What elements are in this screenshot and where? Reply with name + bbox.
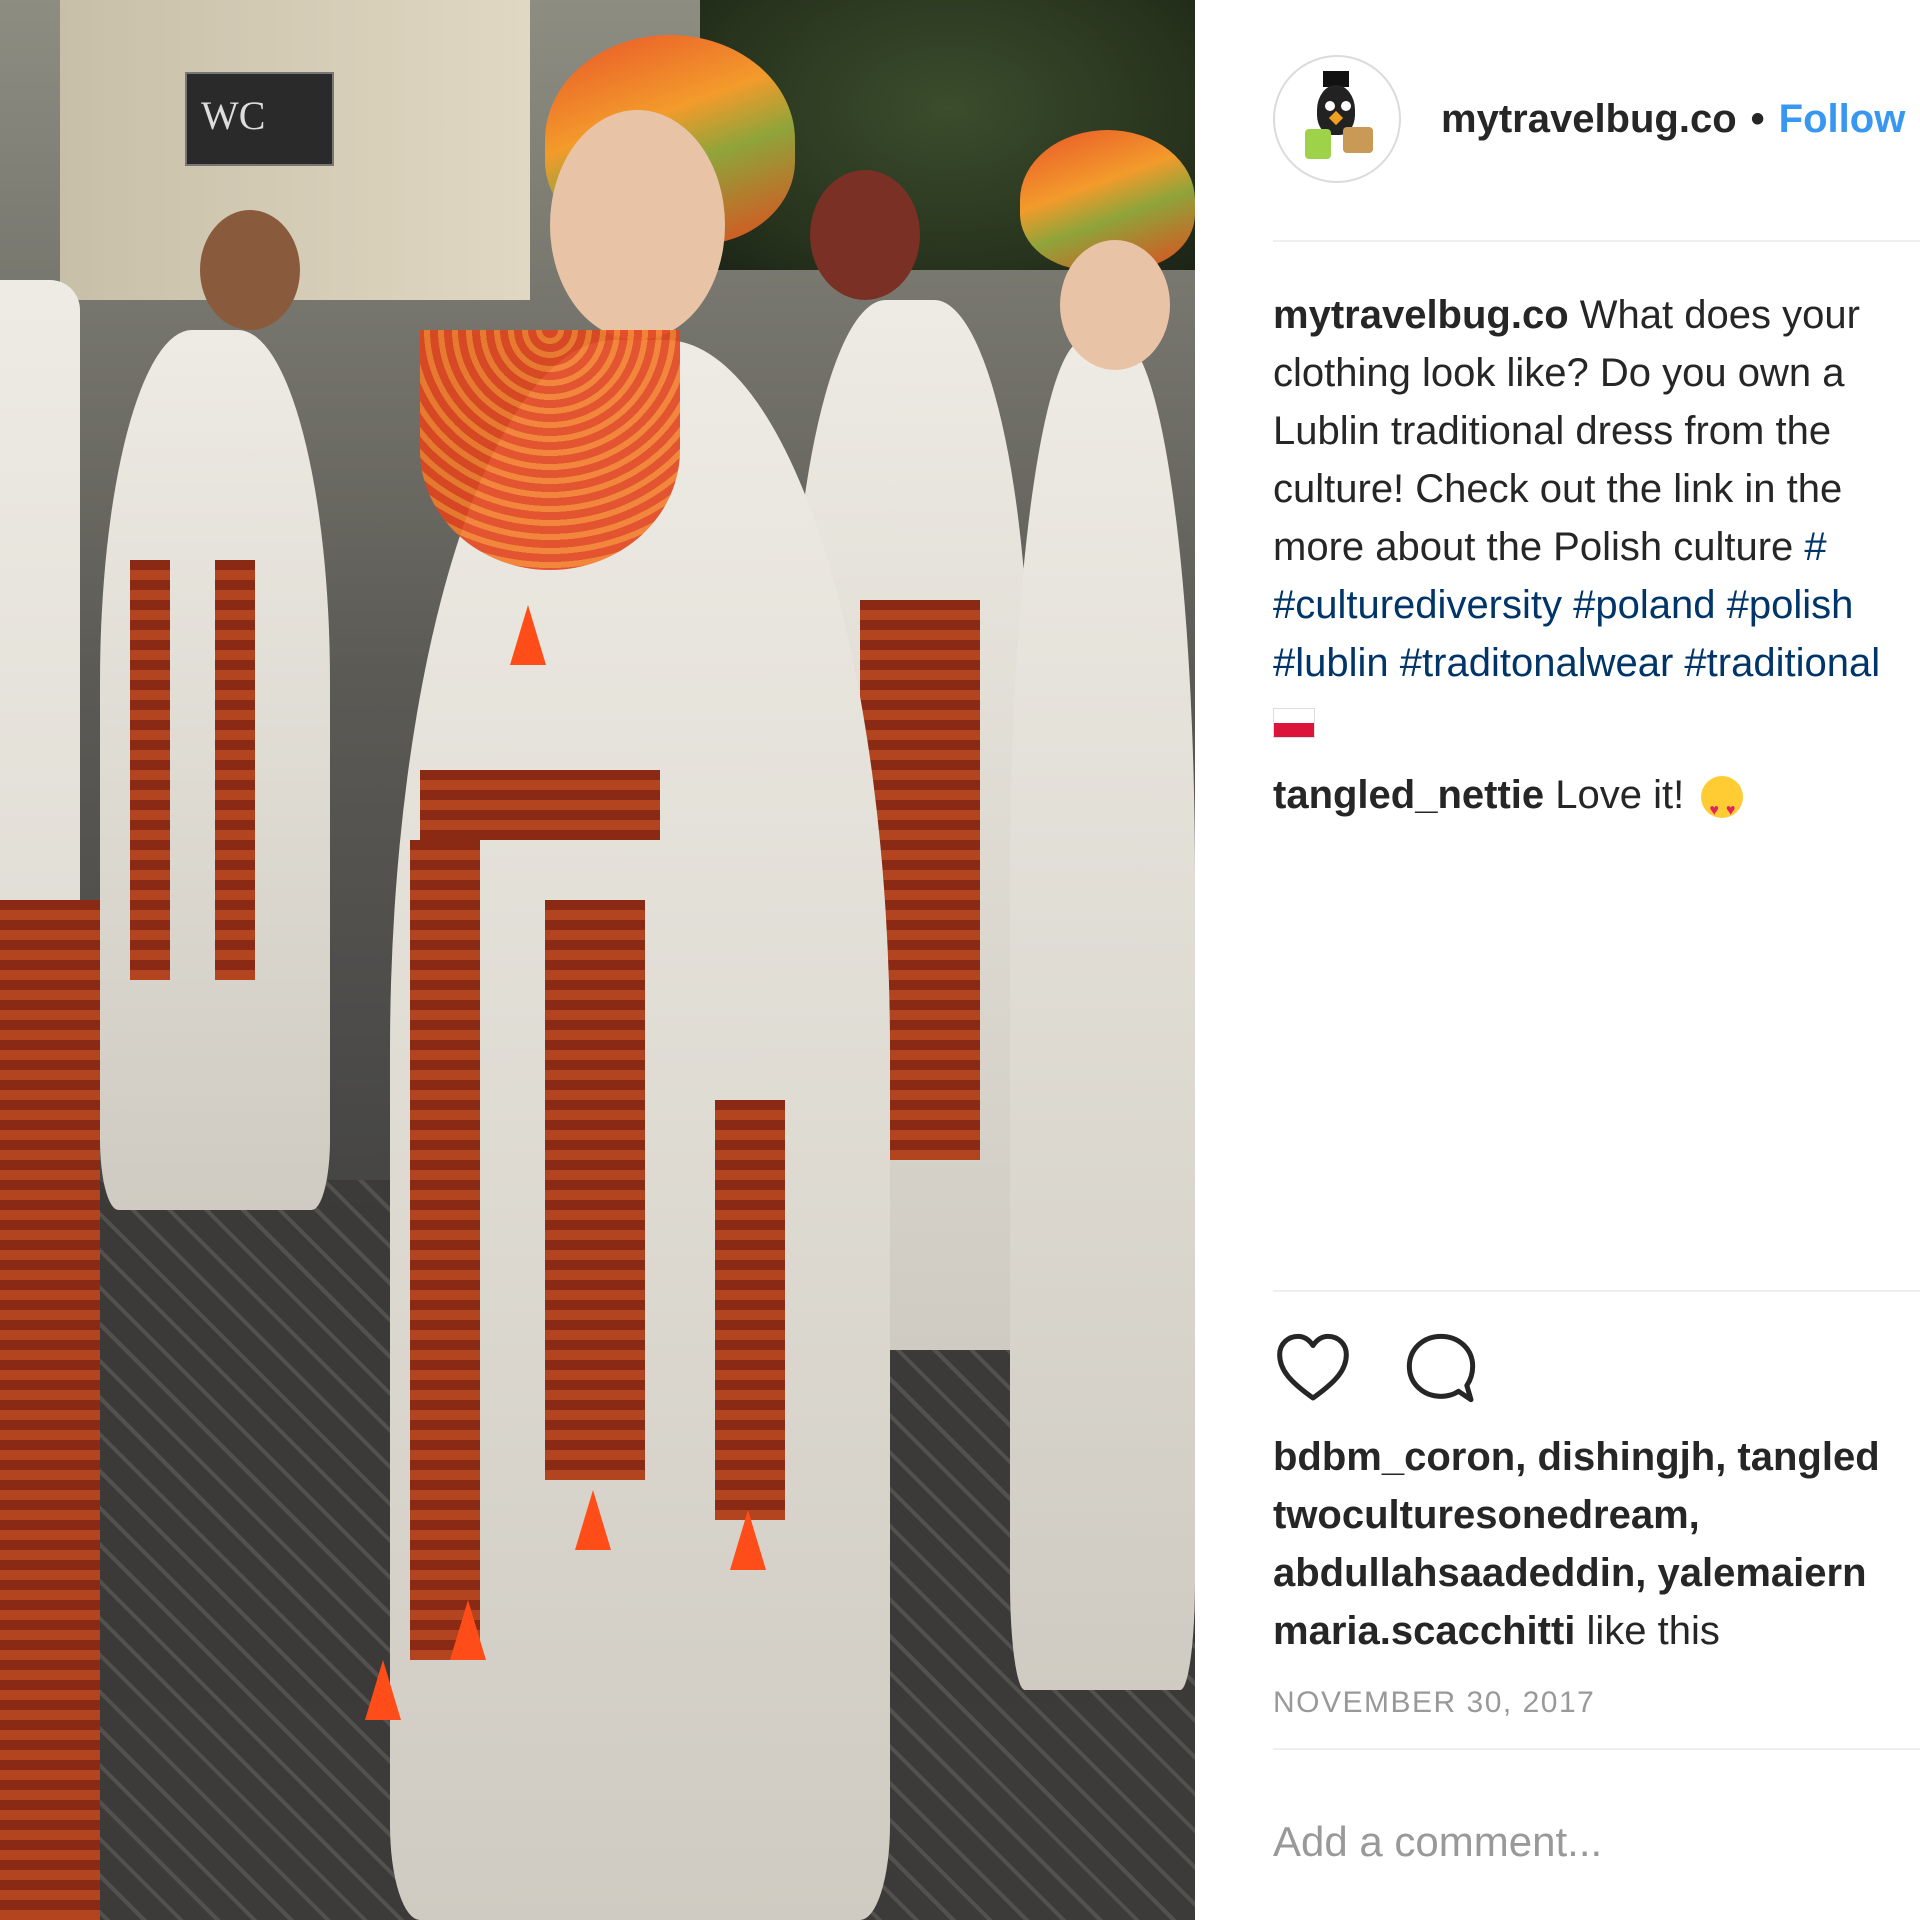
hashtag-link[interactable]: #poland [1573,583,1715,627]
header-separator: • [1750,96,1765,141]
avatar-eye-right [1339,99,1353,113]
dancer-far-left-skirt [0,900,100,1920]
liker-names[interactable]: abdullahsaadeddin, yalemaiern [1273,1551,1867,1595]
comment-input-divider [1273,1748,1920,1750]
liker-names[interactable]: twoculturesonedream, [1273,1493,1700,1537]
caption-line-3: Lublin traditional dress from the [1273,409,1832,453]
likes-suffix: like this [1575,1609,1720,1653]
comment-text: Love it! [1555,773,1685,817]
post-details-panel: mytravelbug.co • Follow mytravelbug.co W… [1195,0,1920,1920]
caption-line-7: #lublin #traditonalwear #traditional [1273,634,1920,692]
comment-bubble-icon[interactable] [1401,1328,1481,1408]
hashtag-link[interactable]: #polish [1727,583,1854,627]
poland-flag-icon [1273,708,1315,739]
tassel-5 [510,605,546,665]
dancer-right [1010,340,1195,1690]
avatar-suitcase-green [1305,129,1331,159]
likes-line-2[interactable]: twoculturesonedream, [1273,1486,1920,1544]
dancer-left-sash-2 [215,560,255,980]
tassel-4 [730,1510,766,1570]
woman-face [550,110,725,340]
wc-sign-text: WC [201,93,266,138]
caption-line-2: clothing look like? Do you own a [1273,351,1845,395]
caption-username[interactable]: mytravelbug.co [1273,293,1569,337]
follow-button[interactable]: Follow [1779,97,1906,142]
comment-username[interactable]: tangled_nettie [1273,773,1544,817]
woman-sash-left [410,840,480,1660]
add-comment-input[interactable] [1273,1812,1920,1872]
woman-belt [420,770,660,840]
woman-sash-right [715,1100,785,1520]
tassel-3 [575,1490,611,1550]
likes-line-1[interactable]: bdbm_coron, dishingjh, tangled [1273,1428,1920,1486]
wc-sign: WC [185,72,334,166]
post-date[interactable]: NOVEMBER 30, 2017 [1273,1686,1595,1720]
caption-line-4: culture! Check out the link in the [1273,467,1843,511]
hashtag-link[interactable]: #traditional [1684,641,1880,685]
liker-names[interactable]: maria.scacchitti [1273,1609,1575,1653]
post-actions [1273,1328,1481,1408]
tassel-2 [450,1600,486,1660]
actions-divider [1273,1290,1920,1292]
caption-text-5: more about the Polish culture [1273,525,1794,569]
caption-line-6: #culturediversity #poland #polish [1273,576,1920,634]
hashtag-link[interactable]: #culturediversity [1273,583,1562,627]
dancer-left-head [200,210,300,330]
caption-text-1: What does your [1579,293,1860,337]
likes-line-4: maria.scacchitti like this [1273,1602,1920,1660]
caption-line-1: mytravelbug.co What does your [1273,286,1920,344]
likes-summary: bdbm_coron, dishingjh, tangled twocultur… [1273,1428,1920,1660]
tassel-1 [365,1660,401,1720]
hashtag-link[interactable]: # [1804,525,1826,569]
hashtag-link[interactable]: #traditonalwear [1400,641,1674,685]
likes-line-3[interactable]: abdullahsaadeddin, yalemaiern [1273,1544,1920,1602]
post-caption: mytravelbug.co What does your clothing l… [1273,286,1920,750]
caption-line-5: more about the Polish culture # [1273,518,1920,576]
header-divider [1273,240,1920,242]
like-heart-icon[interactable] [1273,1328,1353,1408]
post-photo[interactable]: WC [0,0,1195,1920]
liker-names[interactable]: bdbm_coron, dishingjh, tangled [1273,1435,1880,1479]
avatar[interactable] [1273,55,1401,183]
caption-line-8 [1273,692,1920,750]
post-header: mytravelbug.co • Follow [1273,55,1920,183]
hashtag-link[interactable]: #lublin [1273,641,1389,685]
dancer-right-head [1060,240,1170,370]
comment: tangled_nettie Love it! [1273,766,1744,840]
woman-sash-center [545,900,645,1480]
dancer-center-back-head [810,170,920,300]
avatar-suitcase-brown [1343,127,1373,153]
dancer-left-sash [130,560,170,980]
header-username[interactable]: mytravelbug.co [1441,97,1737,142]
heart-eyes-emoji-icon [1701,776,1744,840]
woman-necklaces [420,330,680,570]
